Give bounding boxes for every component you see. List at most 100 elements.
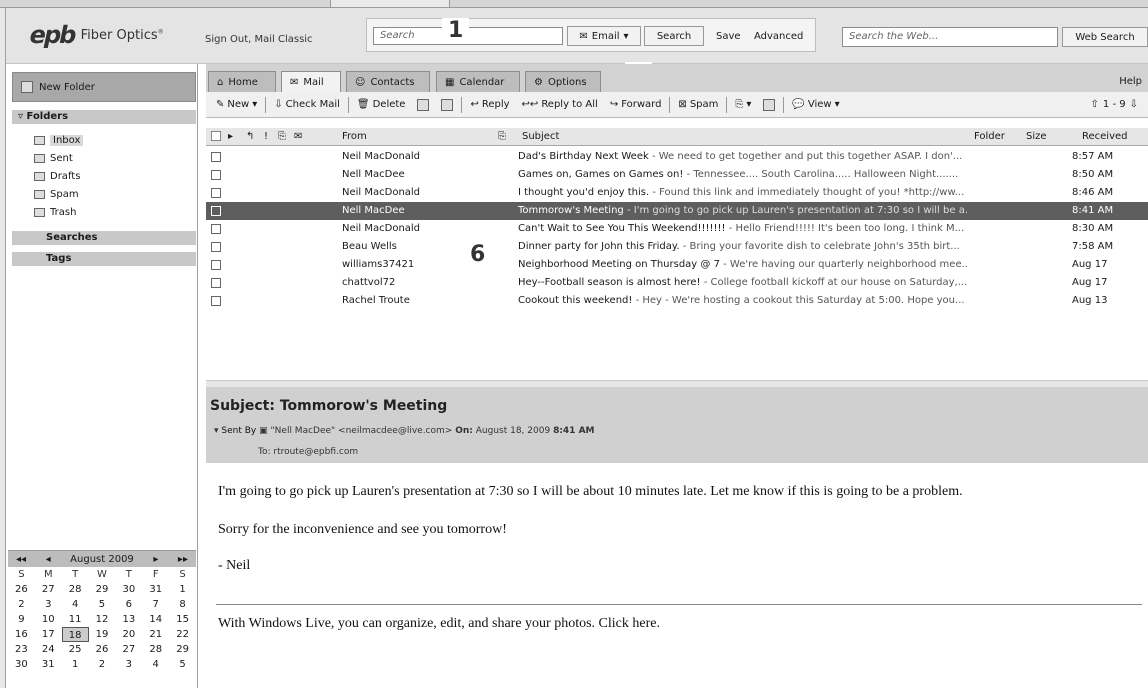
row-checkbox[interactable] [211,278,221,288]
calendar-day[interactable]: 3 [115,657,142,672]
table-row[interactable]: Beau Wells Dinner party for John this Fri… [206,238,1148,256]
attachment-column-icon[interactable]: ⎘ [278,131,286,142]
calendar-day[interactable]: 24 [35,642,62,657]
calendar-day[interactable]: 10 [35,612,62,627]
reply-all-button[interactable]: ↩↩ Reply to All [518,95,602,115]
table-row[interactable]: Nell MacDee Games on, Games on Games on! … [206,166,1148,184]
web-search-input[interactable]: Search the Web... [842,27,1058,47]
body-footer-link[interactable]: With Windows Live, you can organize, edi… [218,616,660,632]
calendar-day[interactable]: 8 [169,597,196,612]
contact-card-icon[interactable]: ▣ [259,426,268,436]
calendar-day[interactable]: 12 [89,612,116,627]
print-button[interactable] [437,95,457,115]
row-checkbox[interactable] [211,152,221,162]
calendar-day[interactable]: 18 [61,627,89,642]
browser-tab[interactable] [330,0,450,8]
calendar-day[interactable]: 19 [89,627,116,642]
next-year-icon[interactable]: ▸▸ [178,554,188,565]
calendar-day[interactable]: 7 [142,597,169,612]
tab-options[interactable]: ⚙ Options [525,71,601,93]
email-scope-dropdown[interactable]: ✉ Email ▾ [567,26,641,46]
calendar-day[interactable]: 4 [142,657,169,672]
page-up-icon[interactable]: ⇧ [1091,99,1099,110]
expand-icon[interactable]: ▾ [214,426,219,436]
folders-section-header[interactable]: ▿ Folders [12,110,196,124]
table-row[interactable]: chattvol72 Hey--Football season is almost… [206,274,1148,292]
calendar-day[interactable]: 13 [115,612,142,627]
searches-section-header[interactable]: Searches [12,231,196,245]
view-button[interactable]: 💬 View ▾ [788,95,843,115]
calendar-day[interactable]: 31 [35,657,62,672]
calendar-day[interactable]: 29 [89,582,116,597]
row-checkbox[interactable] [211,170,221,180]
next-month-icon[interactable]: ▸ [153,554,158,565]
folder-inbox[interactable]: Inbox [34,133,84,148]
read-status-column-icon[interactable]: ✉ [294,131,302,142]
prev-year-icon[interactable]: ◂◂ [16,554,26,565]
calendar-day[interactable]: 20 [115,627,142,642]
advanced-search-link[interactable]: Advanced [754,31,803,42]
table-row[interactable]: Rachel Troute Cookout this weekend! - Hey… [206,292,1148,310]
calendar-day[interactable]: 4 [62,597,89,612]
page-down-icon[interactable]: ⇩ [1130,99,1138,110]
status-column-icon[interactable]: ↰ [246,131,254,142]
tab-calendar[interactable]: ▦ Calendar [436,71,520,93]
calendar-day[interactable]: 27 [35,582,62,597]
calendar-day[interactable]: 11 [62,612,89,627]
calendar-day[interactable]: 17 [35,627,62,642]
calendar-day[interactable]: 30 [8,657,35,672]
calendar-day[interactable]: 16 [8,627,35,642]
tags-section-header[interactable]: Tags [12,252,196,266]
calendar-day[interactable]: 22 [169,627,196,642]
folder-drafts[interactable]: Drafts [34,169,80,184]
calendar-day[interactable]: 21 [142,627,169,642]
calendar-day[interactable]: 23 [8,642,35,657]
calendar-day[interactable]: 5 [169,657,196,672]
row-checkbox[interactable] [211,188,221,198]
new-folder-button[interactable]: New Folder [12,72,196,102]
column-from[interactable]: From [342,131,367,142]
calendar-day[interactable]: 25 [62,642,89,657]
signout-link[interactable]: Sign Out, Mail Classic [205,34,313,45]
calendar-day[interactable]: 5 [89,597,116,612]
calendar-day[interactable]: 26 [8,582,35,597]
tab-home[interactable]: ⌂ Home [208,71,276,93]
calendar-day[interactable]: 1 [169,582,196,597]
calendar-day[interactable]: 30 [115,582,142,597]
help-link[interactable]: Help [1119,76,1142,87]
column-subject[interactable]: Subject [522,131,559,142]
pane-splitter[interactable] [206,380,1148,387]
sender-address[interactable]: "Nell MacDee" <neilmacdee@live.com> [271,426,453,436]
column-received[interactable]: Received [1082,131,1128,142]
calendar-day[interactable]: 15 [169,612,196,627]
folder-sent[interactable]: Sent [34,151,73,166]
table-row[interactable]: williams37421 Neighborhood Meeting on Thu… [206,256,1148,274]
window-button[interactable] [759,95,779,115]
calendar-day[interactable]: 3 [35,597,62,612]
table-row[interactable]: Neil MacDonald I thought you'd enjoy this… [206,184,1148,202]
calendar-day[interactable]: 31 [142,582,169,597]
select-all-checkbox[interactable] [211,131,221,141]
move-button[interactable] [413,95,433,115]
calendar-day[interactable]: 28 [62,582,89,597]
new-button[interactable]: ✎ New ▾ [212,95,261,115]
row-checkbox[interactable] [211,224,221,234]
paperclip-icon[interactable]: ⎘ [498,131,506,142]
calendar-day[interactable]: 1 [62,657,89,672]
calendar-day[interactable]: 29 [169,642,196,657]
spam-button[interactable]: ⊠ Spam [674,95,722,115]
prev-month-icon[interactable]: ◂ [46,554,51,565]
calendar-day[interactable]: 14 [142,612,169,627]
folder-trash[interactable]: Trash [34,205,76,220]
calendar-day[interactable]: 2 [8,597,35,612]
check-mail-button[interactable]: ⇩ Check Mail [270,95,344,115]
search-button[interactable]: Search [644,26,704,46]
column-size[interactable]: Size [1026,131,1047,142]
tab-contacts[interactable]: ☺ Contacts [346,71,430,93]
row-checkbox[interactable] [211,242,221,252]
calendar-day[interactable]: 2 [89,657,116,672]
priority-column-icon[interactable]: ! [264,131,268,142]
calendar-day[interactable]: 6 [115,597,142,612]
attach-button[interactable]: ⎘ ▾ [731,95,755,115]
reply-button[interactable]: ↩ Reply [466,95,513,115]
